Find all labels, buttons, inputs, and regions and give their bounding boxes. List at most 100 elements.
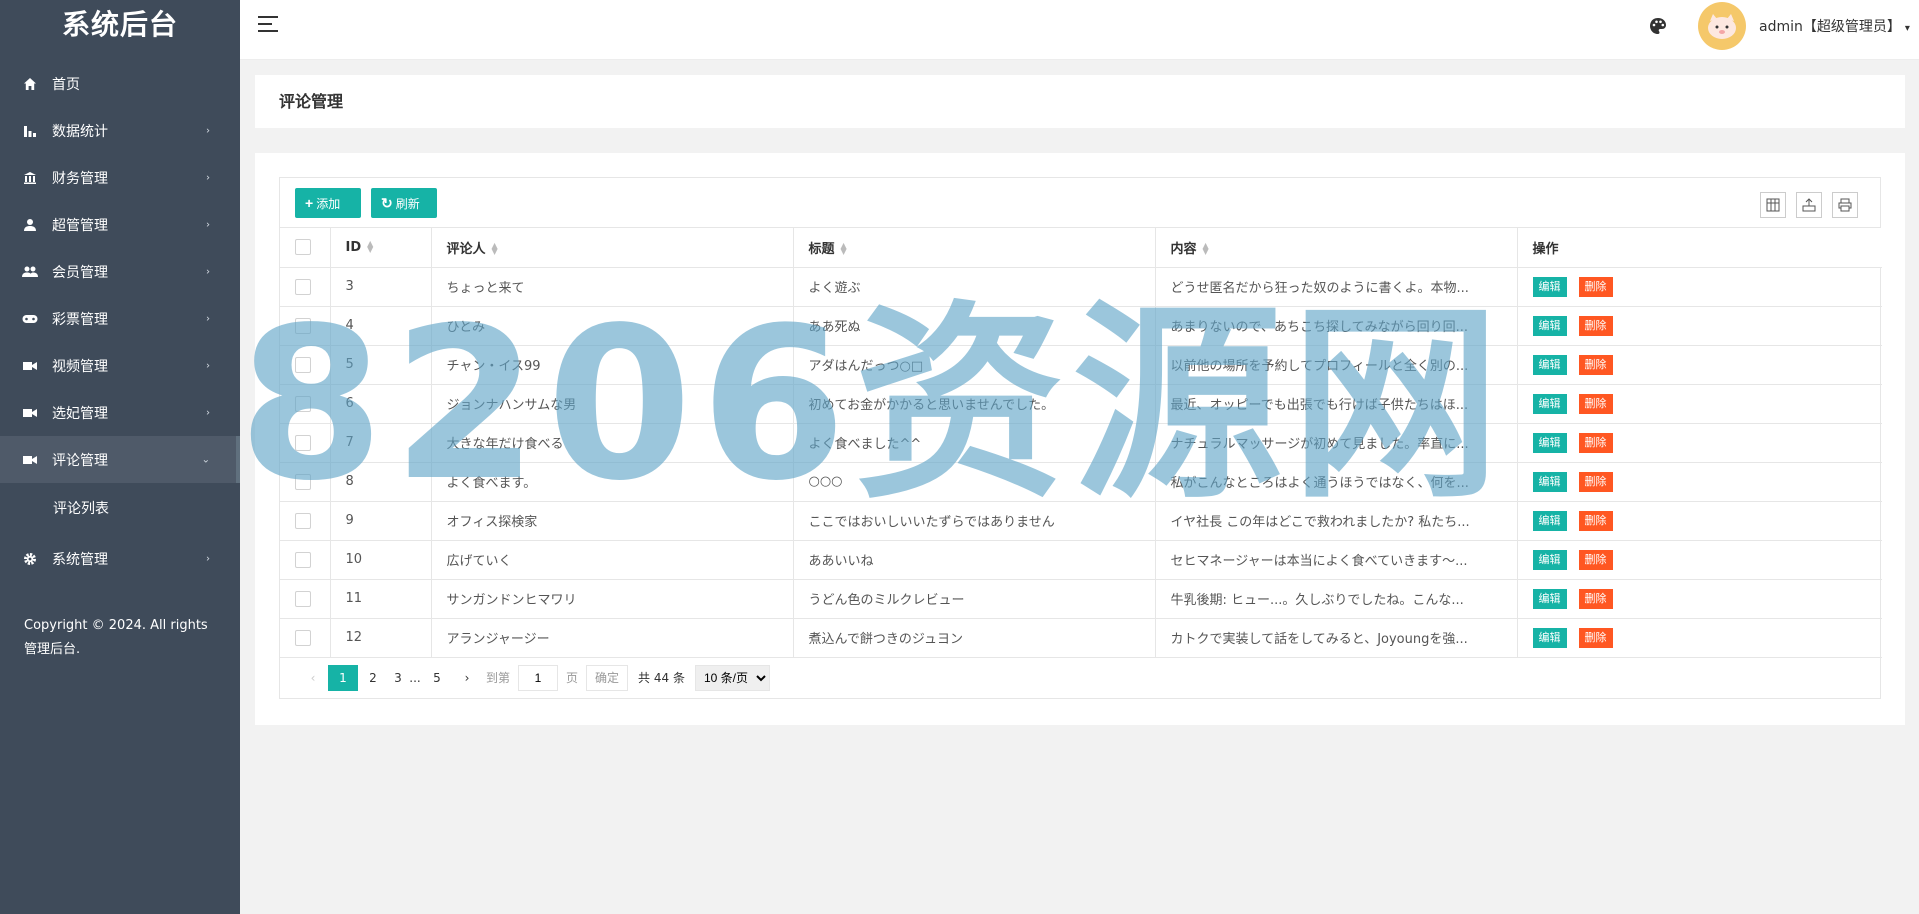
chevron-right-icon: ›	[206, 172, 210, 183]
refresh-button-label: 刷新	[395, 196, 420, 211]
sidebar-item-concubine[interactable]: 选妃管理 ›	[0, 389, 240, 436]
page-3[interactable]: 3	[388, 665, 408, 691]
avatar[interactable]	[1698, 2, 1746, 50]
refresh-icon: ↻	[381, 194, 393, 211]
edit-button[interactable]: 编辑	[1532, 315, 1567, 336]
page-1[interactable]: 1	[328, 664, 358, 691]
cell-content: イヤ社長 この年はどこで救われましたか? 私たち...	[1155, 501, 1518, 541]
column-header-actions: 操作	[1517, 228, 1882, 268]
sidebar-item-label: 财务管理	[52, 170, 108, 187]
edit-button[interactable]: 编辑	[1532, 588, 1567, 609]
sidebar-item-video[interactable]: 视频管理 ›	[0, 342, 240, 389]
row-checkbox[interactable]	[295, 278, 311, 295]
delete-button[interactable]: 删除	[1578, 510, 1613, 531]
delete-button[interactable]: 删除	[1578, 432, 1613, 453]
row-checkbox[interactable]	[295, 473, 311, 490]
sidebar-item-label: 视频管理	[52, 358, 108, 375]
edit-button[interactable]: 编辑	[1532, 471, 1567, 492]
delete-button[interactable]: 删除	[1578, 276, 1613, 297]
caret-down-icon: ▾	[1904, 23, 1910, 34]
export-icon[interactable]	[1796, 192, 1822, 218]
delete-button[interactable]: 删除	[1578, 471, 1613, 492]
user-menu[interactable]: admin【超级管理员】 ▾	[1759, 16, 1910, 36]
app-logo: 系统后台	[61, 8, 178, 41]
pagination: ‹ 1 2 3 ... 5 › 到第 页 确定 共 44 条 10 条/页	[280, 658, 1880, 698]
menu-toggle-icon[interactable]	[258, 16, 278, 32]
edit-button[interactable]: 编辑	[1532, 354, 1567, 375]
cell-commenter: ひとみ	[431, 306, 794, 346]
sidebar-item-comments[interactable]: 评论管理 ⌄	[0, 436, 240, 483]
row-checkbox[interactable]	[295, 590, 311, 607]
cell-actions: 编辑 删除	[1517, 540, 1882, 580]
select-all-checkbox[interactable]	[295, 239, 311, 256]
sidebar-item-statistics[interactable]: 数据统计 ›	[0, 107, 240, 154]
edit-button[interactable]: 编辑	[1532, 549, 1567, 570]
palette-icon[interactable]	[1648, 16, 1668, 36]
cell-actions: 编辑 删除	[1517, 384, 1882, 424]
chevron-down-icon: ⌄	[201, 454, 210, 465]
edit-button[interactable]: 编辑	[1532, 276, 1567, 297]
column-header-content[interactable]: 内容 ▲ ▼	[1155, 228, 1518, 268]
sidebar-item-lottery[interactable]: 彩票管理 ›	[0, 295, 240, 342]
goto-confirm-button[interactable]: 确定	[586, 664, 629, 691]
cell-id: 4	[330, 306, 432, 346]
delete-button[interactable]: 删除	[1578, 354, 1613, 375]
row-checkbox[interactable]	[295, 356, 311, 373]
sidebar-item-superadmin[interactable]: 超管管理 ›	[0, 201, 240, 248]
row-checkbox[interactable]	[295, 395, 311, 412]
goto-page-input[interactable]	[518, 664, 559, 691]
cell-title: よく遊ぶ	[793, 267, 1156, 307]
cell-title: アダはんだっつ○□	[793, 345, 1156, 385]
edit-button[interactable]: 编辑	[1532, 393, 1567, 414]
sort-icon[interactable]: ▲ ▼	[492, 242, 498, 256]
cell-commenter: オフィス探検家	[431, 501, 794, 541]
delete-button[interactable]: 删除	[1578, 588, 1613, 609]
columns-icon[interactable]	[1760, 192, 1786, 218]
row-checkbox[interactable]	[295, 434, 311, 451]
row-checkbox[interactable]	[295, 629, 311, 646]
add-button[interactable]: + 添加	[295, 188, 361, 218]
edit-button[interactable]: 编辑	[1532, 510, 1567, 531]
cell-id: 9	[330, 501, 432, 541]
page-2[interactable]: 2	[358, 665, 388, 691]
cell-title: よく食べました^^	[793, 423, 1156, 463]
print-icon[interactable]	[1832, 192, 1858, 218]
sidebar-item-label: 会员管理	[52, 264, 108, 281]
page-5[interactable]: 5	[422, 665, 452, 691]
cell-id: 10	[330, 540, 432, 580]
delete-button[interactable]: 删除	[1578, 315, 1613, 336]
delete-button[interactable]: 删除	[1578, 393, 1613, 414]
refresh-button[interactable]: ↻ 刷新	[371, 188, 437, 218]
table-row: 6 ジョンナハンサムな男 初めてお金がかかると思いませんでした。 最近、オッピーでも出…	[280, 384, 1882, 424]
table-row: 9 オフィス探検家 ここではおいしいいたずらではありません イヤ社長 この年はどこで救…	[280, 501, 1882, 541]
page-size-select[interactable]: 10 条/页	[694, 664, 770, 691]
sidebar-subitem-comment-list[interactable]: 评论列表	[0, 483, 240, 535]
sidebar-item-label: 选妃管理	[52, 405, 108, 422]
cell-content: セヒマネージャーは本当によく食べていきます〜...	[1155, 540, 1518, 580]
row-checkbox[interactable]	[295, 512, 311, 529]
comments-table: ID ▲ ▼ 评论人 ▲ ▼ 标题 ▲ ▼ 内容 ▲ ▼ 操作 3 ちょっと来て よく遊ぶ どうせ匿名…	[280, 228, 1882, 658]
sidebar-item-members[interactable]: 会员管理 ›	[0, 248, 240, 295]
row-checkbox[interactable]	[295, 551, 311, 568]
cell-id: 11	[330, 579, 432, 619]
sort-icon[interactable]: ▲ ▼	[1203, 242, 1209, 256]
column-header-label: ID	[345, 239, 362, 255]
column-header-id[interactable]: ID ▲ ▼	[330, 228, 432, 268]
sidebar-item-finance[interactable]: 财务管理 ›	[0, 154, 240, 201]
edit-button[interactable]: 编辑	[1532, 432, 1567, 453]
prev-page-icon[interactable]: ‹	[298, 665, 328, 691]
sort-icon[interactable]: ▲ ▼	[841, 242, 847, 256]
column-header-label: 标题	[808, 241, 835, 257]
sort-icon[interactable]: ▲ ▼	[367, 240, 373, 254]
sidebar-item-home[interactable]: 首页	[0, 60, 240, 107]
row-checkbox[interactable]	[295, 317, 311, 334]
delete-button[interactable]: 删除	[1578, 627, 1613, 648]
next-page-icon[interactable]: ›	[452, 665, 482, 691]
cell-content: カトクで実装して話をしてみると、Joyoungを強...	[1155, 618, 1518, 658]
edit-button[interactable]: 编辑	[1532, 627, 1567, 648]
delete-button[interactable]: 删除	[1578, 549, 1613, 570]
column-header-commenter[interactable]: 评论人 ▲ ▼	[431, 228, 794, 268]
data-table-container: + 添加 ↻ 刷新 ID ▲ ▼ 评论人 ▲ ▼ 标题 ▲ ▼ 内容 ▲ ▼ 操作	[279, 177, 1882, 699]
sidebar-item-system[interactable]: 系统管理 ›	[0, 535, 240, 582]
column-header-title[interactable]: 标题 ▲ ▼	[793, 228, 1156, 268]
